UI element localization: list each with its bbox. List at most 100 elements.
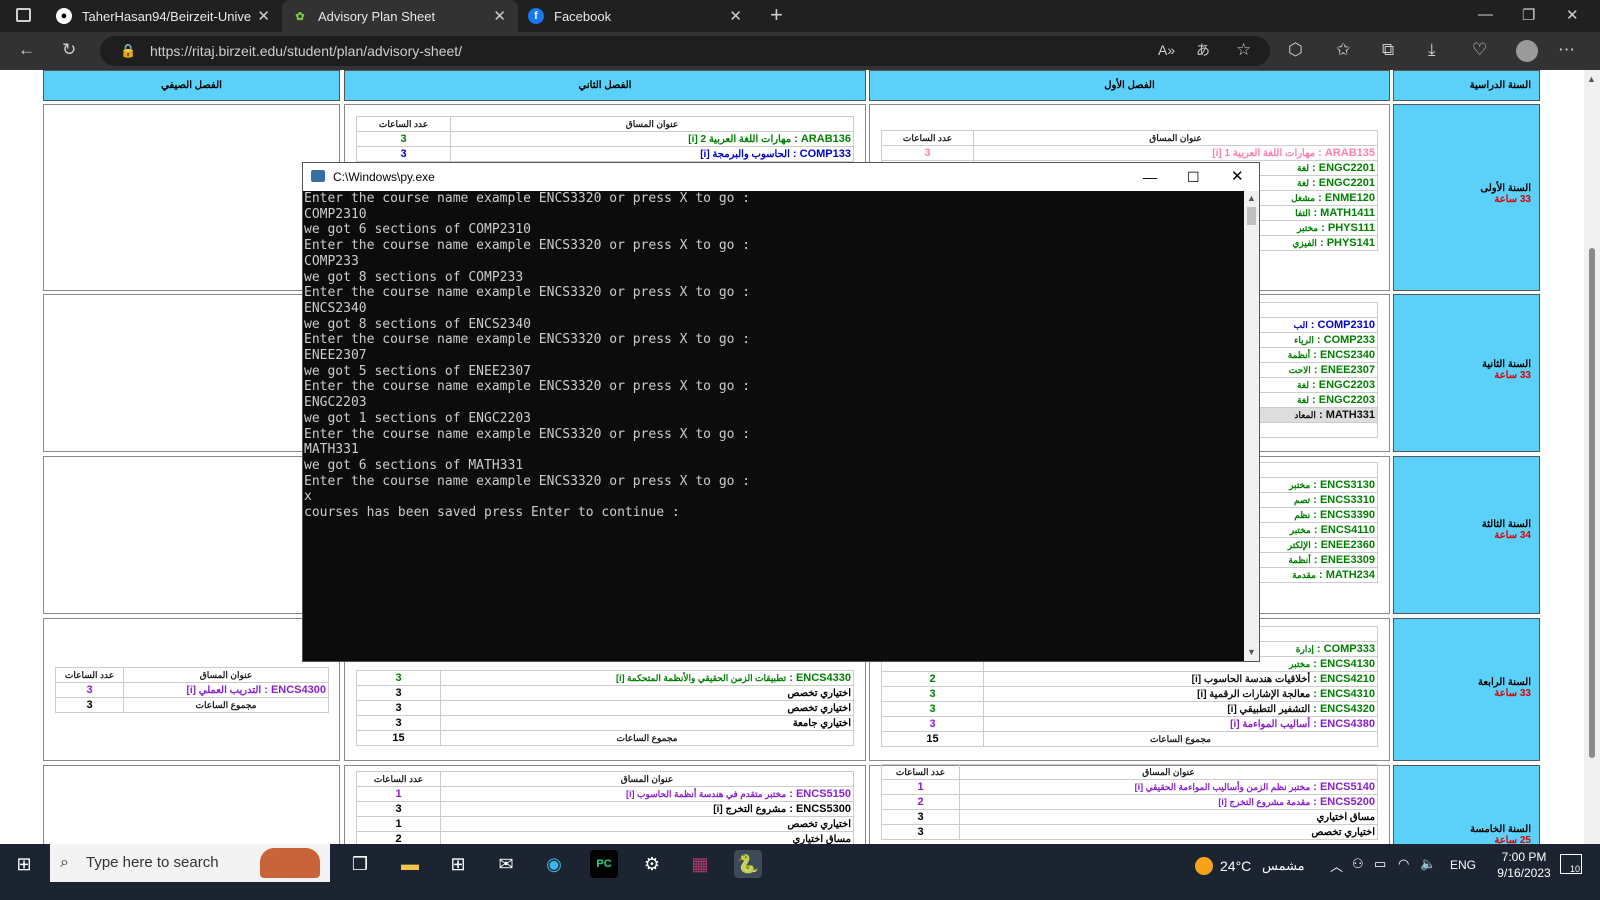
python-taskbar-icon[interactable]: 🐍 xyxy=(734,850,762,878)
taskbar-search-box[interactable]: ⌕ Type here to search xyxy=(50,844,330,882)
course-cell: ARAB136 : مهارات اللغة العربية 2 [i] xyxy=(450,131,854,147)
restore-window-button[interactable]: ❐ xyxy=(1522,6,1535,24)
console-titlebar[interactable]: C:\Windows\py.exe — ☐ ✕ xyxy=(303,163,1259,191)
table-row: 3 ENCS4380 : أساليب المواءمة [i] xyxy=(881,716,1378,732)
maximize-window-button[interactable]: ☐ xyxy=(1187,163,1200,191)
tab-github[interactable]: ● TaherHasan94/Beirzeit-University ✕ xyxy=(46,0,282,32)
winrar-icon[interactable]: ▦ xyxy=(686,850,714,878)
course-code[interactable]: ENCS4330 xyxy=(796,672,851,684)
course-code[interactable]: ENME120 xyxy=(1325,192,1375,204)
course-code[interactable]: ENCS3130 xyxy=(1320,479,1375,491)
console-scrollbar[interactable]: ▲ ▼ xyxy=(1244,191,1259,661)
course-title: مهارات اللغة العربية 2 [i] xyxy=(688,134,792,145)
course-code[interactable]: PHYS111 xyxy=(1328,222,1375,234)
course-code[interactable]: ENEE3309 xyxy=(1321,554,1375,566)
close-icon[interactable]: ✕ xyxy=(257,7,270,25)
minimize-window-button[interactable]: — xyxy=(1478,6,1493,23)
course-code[interactable]: ENCS4310 xyxy=(1320,688,1375,700)
clock-time[interactable]: 7:00 PM xyxy=(1488,850,1560,864)
course-code[interactable]: ENCS4110 xyxy=(1321,524,1375,536)
course-code[interactable]: ARAB135 xyxy=(1325,147,1375,159)
course-code[interactable]: ENCS5150 xyxy=(796,788,851,800)
course-code[interactable]: MATH1411 xyxy=(1320,207,1375,219)
course-code[interactable]: ENCS4300 xyxy=(271,684,326,696)
wifi-icon[interactable]: ◠ xyxy=(1398,856,1409,872)
favorite-star-icon[interactable]: ☆ xyxy=(1236,40,1251,60)
start-windows-icon[interactable]: ⊞ xyxy=(10,850,38,878)
course-code[interactable]: ENCS4130 xyxy=(1320,658,1375,670)
header-first-semester: الفصل الأول xyxy=(869,70,1390,101)
tab-actions-icon[interactable] xyxy=(16,8,31,22)
edge-icon[interactable]: ◉ xyxy=(540,850,568,878)
course-code[interactable]: ENCS4380 xyxy=(1320,718,1375,730)
translate-icon[interactable]: あ xyxy=(1196,40,1210,60)
course-code[interactable]: ENEE2307 xyxy=(1321,364,1375,376)
course-link[interactable]: COMP133 : الحاسوب والبرمجة [i] xyxy=(700,148,851,160)
scroll-up-icon[interactable]: ▲ xyxy=(1247,193,1256,203)
performance-icon[interactable]: ♡ xyxy=(1472,40,1487,60)
collections-icon[interactable]: ⧉ xyxy=(1382,40,1394,60)
extensions-icon[interactable]: ⬡ xyxy=(1288,40,1303,60)
tab-advisory-plan[interactable]: ✿ Advisory Plan Sheet ✕ xyxy=(282,0,518,32)
file-explorer-icon[interactable]: ▬ xyxy=(396,850,424,878)
scroll-up-icon[interactable]: ▲ xyxy=(1587,74,1596,84)
course-code[interactable]: ENCS5300 xyxy=(796,803,851,815)
course-code[interactable]: ENCS4210 xyxy=(1320,673,1375,685)
back-icon[interactable]: ← xyxy=(18,40,35,60)
course-code[interactable]: ENCS5200 xyxy=(1320,796,1375,808)
console-output[interactable]: Enter the course name example ENCS3320 o… xyxy=(303,191,1243,661)
close-icon[interactable]: ✕ xyxy=(729,7,742,25)
battery-icon[interactable]: ▭ xyxy=(1374,856,1386,872)
course-code[interactable]: COMP2310 xyxy=(1318,319,1375,331)
course-code[interactable]: MATH234 xyxy=(1326,569,1375,581)
volume-icon[interactable]: 🔈 xyxy=(1420,856,1436,872)
more-menu-icon[interactable]: ⋯ xyxy=(1558,40,1575,60)
course-code[interactable]: ENGC2201 xyxy=(1319,162,1375,174)
console-line: courses has been saved press Enter to co… xyxy=(304,505,680,521)
tray-app-icon[interactable]: ⚇ xyxy=(1352,856,1364,872)
mail-icon[interactable]: ✉ xyxy=(492,850,520,878)
close-icon[interactable]: ✕ xyxy=(493,7,506,25)
clock-date[interactable]: 9/16/2023 xyxy=(1488,866,1560,880)
settings-gear-icon[interactable]: ⚙ xyxy=(638,850,666,878)
course-code[interactable]: ENGC2203 xyxy=(1319,379,1375,391)
chevron-up-icon[interactable]: ︿ xyxy=(1330,856,1343,875)
scrollbar-thumb[interactable] xyxy=(1589,248,1595,758)
pycharm-icon[interactable]: PC xyxy=(590,850,618,878)
page-scrollbar[interactable]: ▲ ▼ xyxy=(1584,70,1600,860)
scroll-down-icon[interactable]: ▼ xyxy=(1247,647,1256,657)
course-code[interactable]: COMP333 xyxy=(1324,643,1375,655)
course-title: أنظمة xyxy=(1287,350,1311,360)
course-code[interactable]: ENCS3390 xyxy=(1320,509,1375,521)
course-title: اختياري تخصص xyxy=(440,700,854,716)
course-code[interactable]: ENCS4320 xyxy=(1320,703,1375,715)
course-code[interactable]: ENGC2203 xyxy=(1319,394,1375,406)
console-window[interactable]: C:\Windows\py.exe — ☐ ✕ Enter the course… xyxy=(302,162,1260,662)
notification-icon[interactable]: 10 xyxy=(1560,854,1582,874)
ritaj-icon: ✿ xyxy=(295,10,305,23)
language-indicator[interactable]: ENG xyxy=(1450,858,1476,872)
course-code[interactable]: ENGC2201 xyxy=(1319,177,1375,189)
new-tab-button[interactable]: + xyxy=(770,2,783,28)
course-code[interactable]: MATH331 xyxy=(1326,409,1375,421)
course-link[interactable]: ARAB136 : مهارات اللغة العربية 2 [i] xyxy=(688,133,851,145)
task-view-icon[interactable]: ❒ xyxy=(346,850,374,878)
course-code[interactable]: ENCS3310 xyxy=(1320,494,1375,506)
close-window-button[interactable]: ✕ xyxy=(1566,6,1579,24)
address-bar[interactable]: 🔒 https://ritaj.birzeit.edu/student/plan… xyxy=(100,36,1270,66)
downloads-icon[interactable]: ⤓ xyxy=(1428,40,1436,60)
refresh-icon[interactable]: ↻ xyxy=(62,40,76,60)
favorites-icon[interactable]: ✩ xyxy=(1336,40,1350,60)
course-code[interactable]: ENCS2340 xyxy=(1320,349,1375,361)
read-aloud-icon[interactable]: A» xyxy=(1158,40,1175,60)
scrollbar-thumb[interactable] xyxy=(1247,207,1256,225)
course-code[interactable]: ENEE2360 xyxy=(1321,539,1375,551)
close-window-button[interactable]: ✕ xyxy=(1231,163,1244,191)
microsoft-store-icon[interactable]: ⊞ xyxy=(444,850,472,878)
profile-avatar[interactable] xyxy=(1516,40,1538,62)
tab-facebook[interactable]: f Facebook ✕ xyxy=(518,0,754,32)
course-code[interactable]: ENCS5140 xyxy=(1320,781,1375,793)
course-code[interactable]: COMP233 xyxy=(1324,334,1375,346)
minimize-window-button[interactable]: — xyxy=(1143,163,1157,191)
course-code[interactable]: PHYS141 xyxy=(1327,237,1375,249)
